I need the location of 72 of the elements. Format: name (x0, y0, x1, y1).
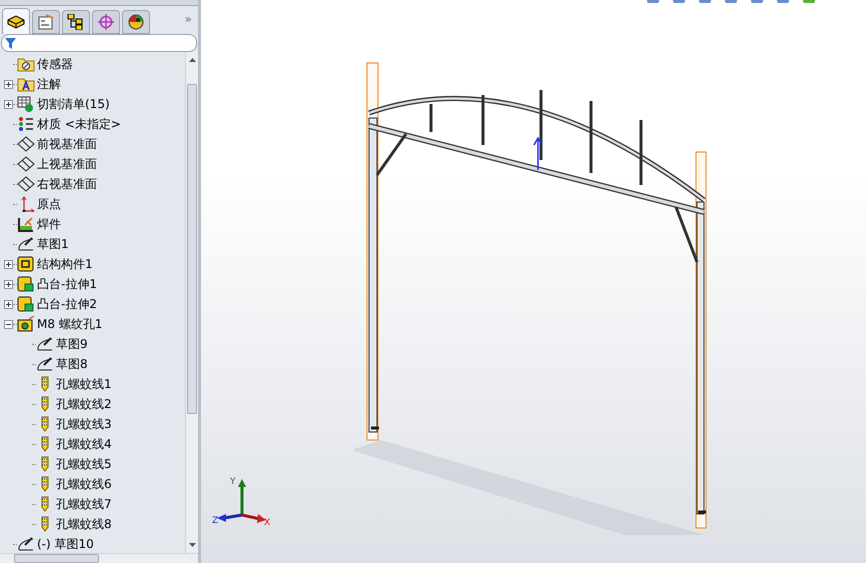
tree-item-label[interactable]: 草图9 (56, 338, 88, 350)
weldment-icon (17, 216, 35, 232)
plus-icon (6, 262, 10, 266)
tree-item-label[interactable]: 孔螺蚊线6 (56, 478, 112, 490)
z-axis-label: Z (212, 516, 218, 525)
tree-item-label[interactable]: 前视基准面 (37, 138, 97, 150)
tree-item-label[interactable]: 结构构件1 (37, 258, 93, 270)
vertical-scrollbar[interactable] (185, 52, 198, 553)
tree-item-label[interactable]: 孔螺蚊线2 (56, 398, 112, 410)
filter-icon (5, 38, 16, 48)
tree-item-label[interactable]: 孔螺蚊线8 (56, 518, 112, 530)
extrude-icon (17, 296, 35, 312)
panel-tab[interactable] (62, 10, 90, 34)
sketch-icon (36, 336, 54, 352)
tree-item-label[interactable]: 凸台-拉伸1 (37, 278, 97, 290)
axis-triad-icon (217, 479, 266, 523)
panel-tab[interactable] (32, 10, 60, 34)
tree-item-label[interactable]: 切割清单(15) (37, 98, 110, 110)
plus-icon (6, 82, 10, 86)
panel-tab[interactable] (2, 8, 30, 34)
expand-toggle[interactable] (4, 300, 12, 308)
crosshair-icon (97, 14, 115, 30)
tree-item-label[interactable]: 凸台-拉伸2 (37, 298, 97, 310)
color-ball-icon (127, 14, 145, 30)
expand-toggle[interactable] (4, 100, 12, 108)
tree-item-label[interactable]: 上视基准面 (37, 158, 97, 170)
hole-wizard-icon (17, 316, 35, 332)
minus-icon (6, 322, 10, 326)
sketch-icon (36, 356, 54, 372)
tree-item-label[interactable]: 右视基准面 (37, 178, 97, 190)
tree-item-label[interactable]: M8 螺纹孔1 (37, 318, 102, 330)
expand-toggle[interactable] (4, 260, 12, 268)
tree-item-label[interactable]: 孔螺蚊线3 (56, 418, 112, 430)
tree-item-label[interactable]: 注解 (37, 78, 61, 90)
tree-item-label[interactable]: 传感器 (37, 58, 73, 70)
tree-item-label[interactable]: 草图8 (56, 358, 88, 370)
x-axis-label: X (264, 518, 270, 525)
tree-item-label[interactable]: 孔螺蚊线4 (56, 438, 112, 450)
annotation-folder-icon (17, 76, 35, 92)
sketch-icon (17, 236, 35, 252)
y-axis-label: Y (230, 477, 236, 487)
scroll-up-arrow-icon[interactable] (188, 58, 196, 62)
expand-toggle[interactable] (4, 280, 12, 288)
property-sheet-icon (37, 14, 55, 30)
more-tabs-button[interactable]: » (184, 10, 192, 28)
sketch-icon (17, 536, 35, 552)
plus-icon (6, 302, 10, 306)
parts-icon (7, 14, 25, 30)
scroll-down-arrow-icon[interactable] (188, 543, 196, 547)
plus-icon (6, 102, 10, 106)
plus-icon (6, 282, 10, 286)
plane-icon (17, 136, 35, 152)
panel-tab[interactable] (122, 10, 150, 34)
tree-item-label[interactable]: 孔螺蚊线5 (56, 458, 112, 470)
tree-item-label[interactable]: 材质 <未指定> (37, 118, 121, 130)
horizontal-scrollbar[interactable] (0, 553, 198, 563)
extrude-icon (17, 276, 35, 292)
tree-item-label[interactable]: 草图1 (37, 238, 69, 250)
plane-icon (17, 156, 35, 172)
configuration-tree-icon (67, 14, 85, 30)
structural-member-icon (17, 256, 35, 272)
tree-item-label[interactable]: 孔螺蚊线7 (56, 498, 112, 510)
material-icon (17, 116, 35, 132)
collapse-toggle[interactable] (4, 320, 12, 328)
cut-list-icon (17, 96, 35, 112)
tree-item-label[interactable]: (-) 草图10 (37, 538, 94, 550)
tree-item-label[interactable]: 焊件 (37, 218, 61, 230)
tree-item-label[interactable]: 孔螺蚊线1 (56, 378, 112, 390)
tree-item-label[interactable]: 原点 (37, 198, 61, 210)
plane-icon (17, 176, 35, 192)
sensor-folder-icon (17, 56, 35, 72)
expand-toggle[interactable] (4, 80, 12, 88)
